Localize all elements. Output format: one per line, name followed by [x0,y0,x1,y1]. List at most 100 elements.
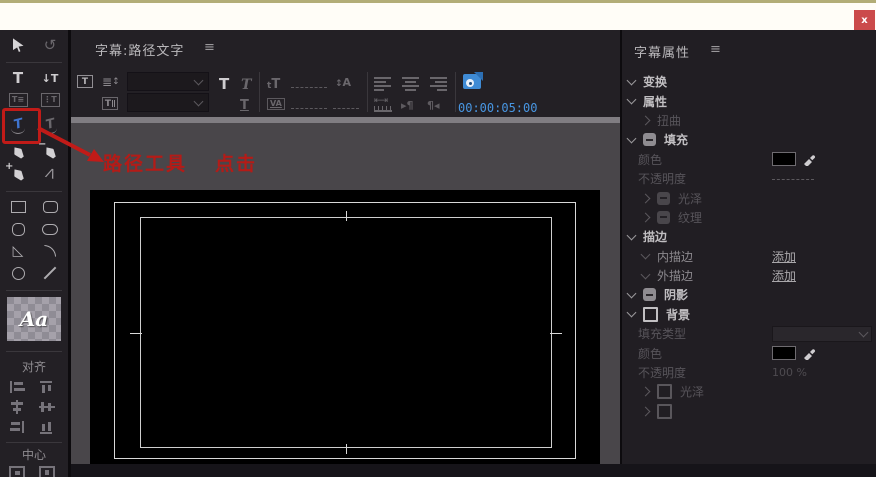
properties-menu-icon[interactable]: ≡ [710,42,721,57]
align-horizontal-left-button[interactable] [9,380,29,394]
section-fill[interactable]: 填充 [622,130,876,149]
eyedropper-icon[interactable] [802,346,816,361]
annotation-highlight-box [2,108,41,144]
font-browser-swatch[interactable]: Aa [7,297,61,341]
section-background[interactable]: 背景 [622,305,876,324]
color-swatch[interactable] [772,346,796,361]
chevron-down-icon[interactable] [640,269,651,280]
vertical-type-tool[interactable]: ↓T [37,67,63,89]
add-outer-stroke-link[interactable]: 添加 [772,267,796,284]
chevron-down-icon[interactable] [626,307,637,318]
section-background-sheen[interactable]: 光泽 [622,382,876,401]
align-vertical-top-button[interactable] [39,380,59,394]
align-text-center-button[interactable] [402,77,419,91]
chevron-down-icon[interactable] [626,133,637,144]
chevron-right-icon[interactable] [640,406,651,417]
shadow-checkbox[interactable] [643,288,656,302]
section-outer-stroke[interactable]: 外描边 添加 [622,266,876,285]
color-swatch[interactable] [772,152,796,167]
font-size-icon: tT [267,77,281,92]
section-sheen[interactable]: 光泽 [622,188,876,207]
italic-button[interactable]: T [241,78,251,92]
properties-title: 字幕属性 [634,46,691,61]
round-rectangle-tool[interactable] [37,218,63,240]
title-properties-panel: 字幕属性 ≡ 变换 属性 扭曲 填充 颜色 不透明度 光泽 纹理 描边 内描边 … [622,30,876,464]
center-tick-bottom [346,444,347,454]
background-texture-checkbox[interactable] [657,403,672,419]
pen-tool[interactable] [5,141,31,163]
section-texture[interactable]: 纹理 [622,208,876,227]
kerning-field[interactable] [291,107,327,109]
center-horizontal-button[interactable] [9,466,29,477]
eyedropper-icon[interactable] [802,152,816,167]
show-video-icon[interactable] [463,74,481,89]
opacity-value[interactable]: 100 % [772,366,807,379]
timecode-field[interactable]: 00:00:05:00 [458,101,537,115]
chevron-right-icon[interactable] [640,212,651,223]
add-anchor-point-tool[interactable]: + [5,162,31,185]
section-transform[interactable]: 变换 [622,72,876,91]
rotation-tool[interactable]: ↺ [37,34,63,56]
font-size-field[interactable] [291,86,327,88]
clipped-corner-rectangle-tool[interactable] [5,218,31,240]
background-opacity-row: 不透明度 100 % [638,366,807,381]
center-vertical-button[interactable] [39,466,59,477]
fill-type-dropdown[interactable] [772,325,872,342]
tab-stops-icon[interactable]: T [102,97,118,110]
delete-anchor-point-tool[interactable]: − [37,140,63,163]
font-style-dropdown[interactable] [127,93,209,112]
panel-menu-icon[interactable]: ≡ [204,40,215,55]
font-family-dropdown[interactable] [127,72,209,91]
background-sheen-checkbox[interactable] [657,384,672,400]
section-properties[interactable]: 属性 [622,91,876,110]
arc-tool[interactable] [37,240,63,262]
align-vertical-bottom-button[interactable] [39,420,59,434]
align-text-left-button[interactable] [374,77,391,91]
background-checkbox[interactable] [643,306,658,322]
chevron-down-icon[interactable] [626,288,637,299]
section-distort[interactable]: 扭曲 [622,111,876,130]
wedge-tool[interactable]: ◺ [5,240,31,262]
chevron-right-icon[interactable] [640,386,651,397]
chevron-down-icon[interactable] [626,75,637,86]
line-tool[interactable] [37,262,63,284]
show-background-video-icon[interactable]: T [77,75,93,88]
underline-button[interactable]: T [240,99,249,112]
vertical-area-type-tool[interactable]: ⋮T [37,89,63,111]
section-stroke[interactable]: 描边 [622,227,876,246]
sheen-checkbox[interactable] [657,191,670,205]
paragraph-ltr-icon[interactable]: ▸¶ [401,99,414,112]
chevron-right-icon[interactable] [640,193,651,203]
selection-tool[interactable] [5,34,31,56]
chevron-down-icon[interactable] [626,94,637,105]
texture-checkbox[interactable] [657,210,670,224]
tab-ruler-icon[interactable]: ⇤⇥ [374,97,392,112]
section-inner-stroke[interactable]: 内描边 添加 [622,247,876,266]
chevron-down-icon[interactable] [626,230,637,241]
drawing-canvas[interactable]: 路径工具 点击 [71,123,620,464]
opacity-field[interactable] [772,178,814,180]
ellipse-tool[interactable] [5,262,31,284]
align-vertical-center-button[interactable] [39,400,59,414]
chevron-down-icon[interactable] [640,249,651,260]
paragraph-rtl-icon[interactable]: ¶◂ [427,99,440,112]
convert-anchor-point-tool[interactable]: Λ [37,163,63,185]
align-horizontal-center-button[interactable] [9,400,29,414]
bold-button[interactable]: T [219,77,229,92]
tracking-field[interactable] [333,107,359,109]
rectangle-tool[interactable] [5,196,31,218]
section-background-texture[interactable] [622,402,876,421]
roll-crawl-options-icon[interactable]: ≣↕ [102,76,120,88]
rounded-rectangle-tool[interactable] [37,196,63,218]
path-curve-icon [43,127,57,134]
fill-checkbox[interactable] [643,133,656,147]
chevron-right-icon[interactable] [640,115,651,126]
properties-header: 字幕属性 ≡ [622,30,876,61]
close-button[interactable]: x [854,10,875,31]
section-shadow[interactable]: 阴影 [622,285,876,304]
align-text-right-button[interactable] [430,77,447,91]
type-tool[interactable]: T [5,67,31,89]
align-horizontal-right-button[interactable] [9,420,29,434]
add-inner-stroke-link[interactable]: 添加 [772,248,796,265]
background-color-row: 颜色 [622,343,876,362]
